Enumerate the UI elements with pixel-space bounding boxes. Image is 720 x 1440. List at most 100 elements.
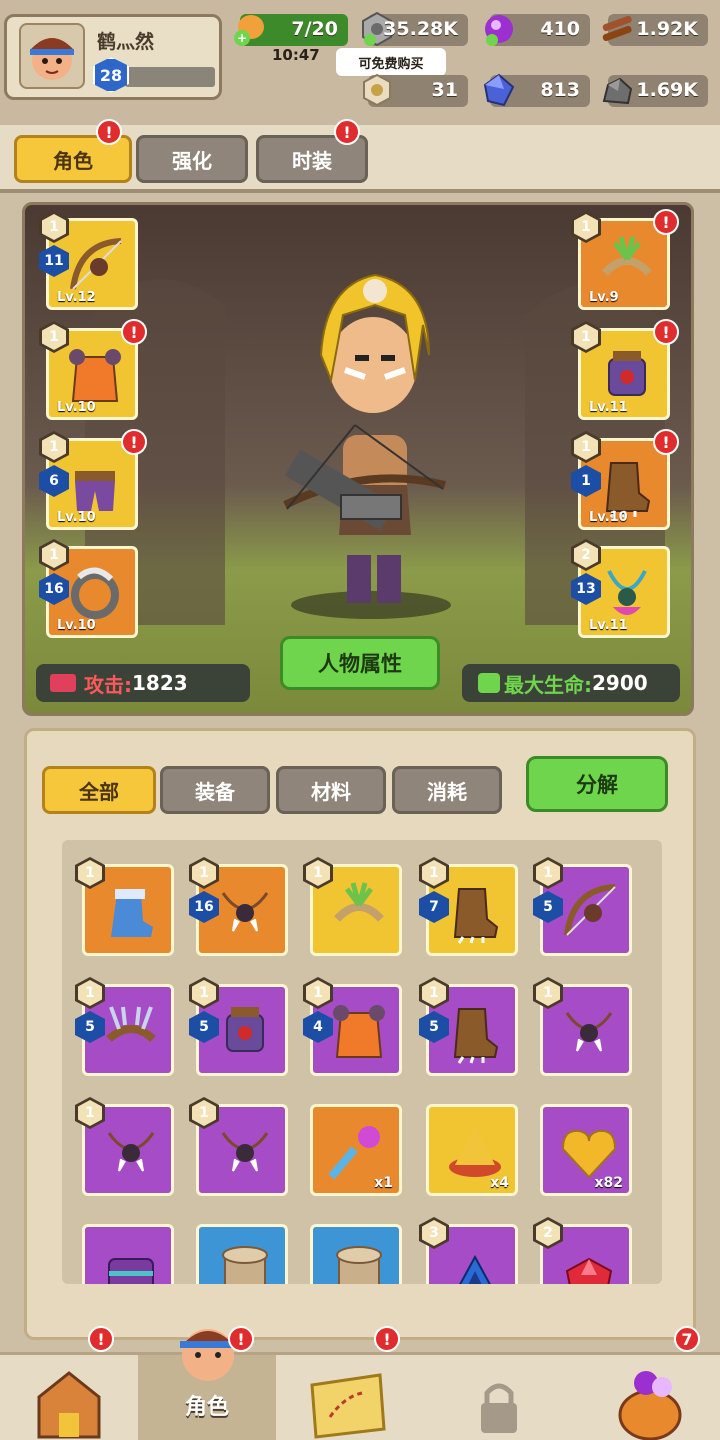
nav-fortress[interactable] <box>0 1355 138 1440</box>
nav-character-label: 角色 <box>184 1395 229 1420</box>
fur-boots-icon <box>95 875 167 951</box>
equip-slot-right-4[interactable]: 2 13 Lv.11 <box>571 539 670 638</box>
inventory-item[interactable]: 17 <box>419 857 518 956</box>
stone-icon <box>602 77 633 105</box>
upgrade-alert: ! <box>653 209 679 235</box>
loot-bag-icon <box>618 1371 682 1440</box>
decompose-button[interactable]: 分解 <box>526 756 668 812</box>
tooth-necklace-icon <box>209 1115 281 1191</box>
inventory-item[interactable]: 1 <box>533 977 632 1076</box>
inventory-item[interactable]: 3 <box>419 1217 518 1284</box>
inventory-item[interactable]: 1 <box>189 1097 288 1196</box>
tab-enhance[interactable]: 强化 <box>136 135 248 183</box>
nav-locked[interactable] <box>430 1355 568 1440</box>
tab-all[interactable]: 全部 <box>42 766 156 814</box>
svg-text:+: + <box>237 31 247 45</box>
tab-enhance-label: 强化 <box>172 148 212 173</box>
equip-slot-right-2[interactable]: 1 Lv.11! <box>571 319 679 420</box>
silver-value: 35.28K <box>383 18 458 40</box>
inventory-item[interactable]: 1 16 <box>189 857 288 956</box>
attack-label: 攻击: <box>84 672 132 697</box>
stamina-timer: 10:47 <box>272 46 320 64</box>
inventory-item[interactable]: 15 <box>533 857 632 956</box>
inventory-item[interactable] <box>310 1224 402 1284</box>
tab-fashion-alert: ! <box>334 119 360 145</box>
nav-loot-bag[interactable] <box>582 1355 720 1440</box>
equip-slot-left-2[interactable]: 1 Lv.10! <box>39 319 147 420</box>
attack-stat: 攻击: 1823 <box>36 664 250 702</box>
medal-resource[interactable]: 31 <box>363 73 468 107</box>
red-gem-icon <box>553 1235 625 1284</box>
inventory-item[interactable]: 15 <box>419 977 518 1076</box>
gem-resource[interactable]: 410 <box>485 14 590 46</box>
tab-consumables-label: 消耗 <box>427 779 467 804</box>
equip-slot-left-1[interactable]: 1 11 Lv.12 <box>39 211 138 310</box>
inventory-item[interactable]: 1 <box>75 857 174 956</box>
inventory-grid: 1 1 16 1 1 7 1 5 1 5 1 5 1 4 1 5 1 1 1 x1 x4 x82 3 2 <box>62 840 662 1284</box>
tab-equipment[interactable]: 装备 <box>160 766 270 814</box>
inventory-item[interactable]: 1 <box>75 1097 174 1196</box>
wood-logs-icon <box>602 15 632 42</box>
attack-value: 1823 <box>132 671 188 695</box>
nav-map[interactable] <box>276 1355 414 1440</box>
claw-boots-icon <box>439 995 511 1071</box>
equip-slot-left-4[interactable]: 1 16 Lv.10 <box>39 539 138 638</box>
attributes-button-label: 人物属性 <box>318 652 402 676</box>
tab-all-label: 全部 <box>79 779 119 804</box>
inventory-item[interactable]: x82 <box>540 1104 632 1196</box>
upgrade-alert: ! <box>653 319 679 345</box>
upgrade-alert: ! <box>121 319 147 345</box>
nav-character[interactable]: 角色 <box>138 1329 276 1440</box>
inventory-item[interactable]: x1 <box>310 1104 402 1196</box>
tooth-necklace-icon <box>209 875 281 951</box>
inventory-item[interactable] <box>82 1224 174 1284</box>
tab-materials-label: 材料 <box>311 779 351 804</box>
silver-resource[interactable]: 35.28K <box>362 11 468 47</box>
player-avatar[interactable] <box>19 23 85 89</box>
stone-resource[interactable]: 1.69K <box>602 75 708 107</box>
item-level: Lv.12 <box>57 290 96 305</box>
stamina-bar[interactable]: + 7/20 <box>233 14 348 46</box>
equip-slot-left-3[interactable]: 1 6 Lv.10! <box>39 429 147 530</box>
medal-value: 31 <box>431 79 458 101</box>
stamina-value: 7/20 <box>291 18 338 40</box>
blue-crystal-icon <box>483 73 515 107</box>
player-profile[interactable]: 鹤灬然 28 <box>4 14 222 100</box>
inventory-item[interactable]: x4 <box>426 1104 518 1196</box>
tab-consumables[interactable]: 消耗 <box>392 766 502 814</box>
item-level: Lv.11 <box>589 618 628 633</box>
max-hp-label: 最大生命: <box>504 672 592 697</box>
equip-slot-right-3[interactable]: 1 1 Lv.10! <box>571 429 679 530</box>
inventory-item[interactable]: 15 <box>189 977 288 1076</box>
item-quantity: x82 <box>594 1175 623 1191</box>
inventory-item[interactable]: 2 <box>533 1217 632 1284</box>
heart-icon <box>478 673 500 693</box>
tab-equipment-label: 装备 <box>195 779 235 804</box>
inventory-item[interactable]: 15 <box>75 977 174 1076</box>
wood-resource[interactable]: 1.92K <box>602 14 708 46</box>
wood-value: 1.92K <box>636 18 698 40</box>
equip-slot-right-1[interactable]: 1 Lv.9! <box>571 209 679 310</box>
crystal-resource[interactable]: 813 <box>483 73 590 107</box>
tab-character-alert: ! <box>96 119 122 145</box>
attack-icon <box>50 674 76 692</box>
inventory-item[interactable] <box>196 1224 288 1284</box>
player-name: 鹤灬然 <box>97 31 155 53</box>
lock-icon <box>481 1383 517 1433</box>
fortress-icon <box>37 1371 101 1439</box>
tunic-icon <box>323 995 395 1071</box>
inventory-item[interactable]: 1 <box>303 857 402 956</box>
leaf-headband-icon <box>323 875 395 951</box>
tab-materials[interactable]: 材料 <box>276 766 386 814</box>
tab-character-label: 角色 <box>53 148 93 173</box>
scroll-icon <box>323 1235 395 1284</box>
character-attributes-button[interactable]: 人物属性 <box>280 636 440 690</box>
armor-plate-icon <box>95 1235 167 1284</box>
inventory-item[interactable]: 14 <box>303 977 402 1076</box>
bracer-icon <box>209 995 281 1071</box>
stone-value: 1.69K <box>636 79 698 101</box>
bow-icon <box>553 875 625 951</box>
nav-map-alert: ! <box>374 1326 400 1352</box>
item-quantity: x4 <box>490 1175 509 1191</box>
purple-gem-icon <box>485 15 513 46</box>
